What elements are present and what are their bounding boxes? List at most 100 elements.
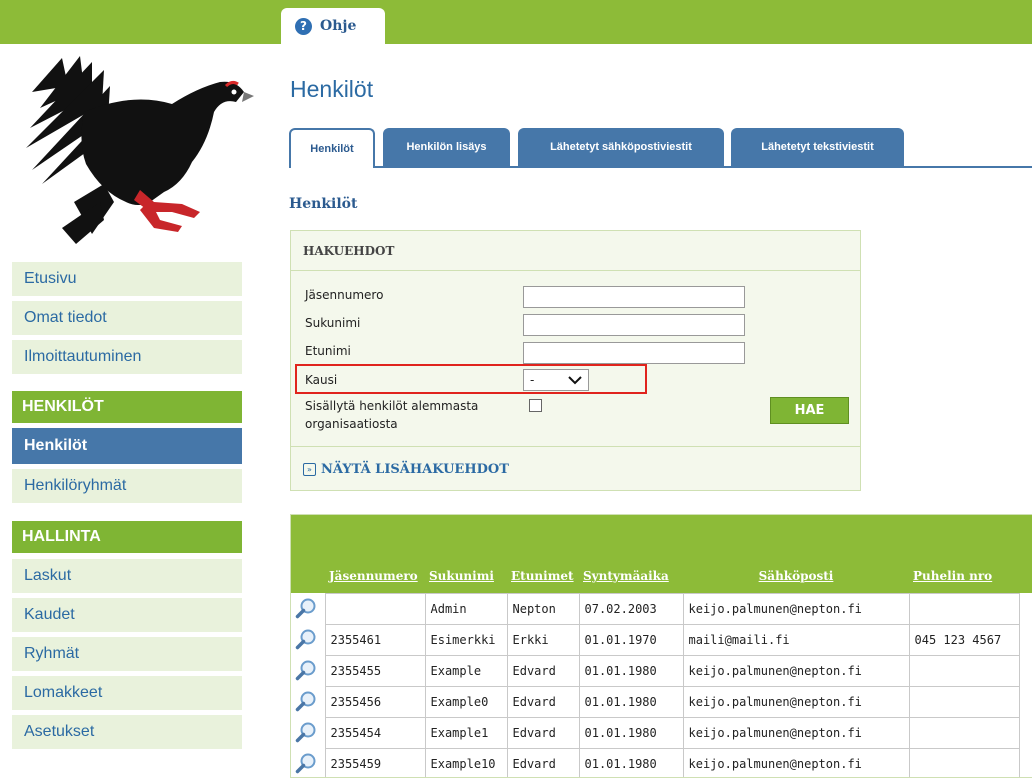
cell-member-number: 2355456	[324, 686, 426, 718]
cell-email: keijo.palmunen@nepton.fi	[682, 748, 910, 777]
cell-member-number: 2355455	[324, 655, 426, 687]
col-header-phone[interactable]: Puhelin nro	[909, 559, 1019, 594]
table-row[interactable]: Admin Nepton 07.02.2003 keijo.palmunen@nept…	[291, 593, 1020, 625]
cell-last-name: Example10	[424, 748, 508, 777]
sidebar-item-henkilot[interactable]: Henkilöt	[12, 428, 242, 464]
view-cell	[291, 749, 325, 778]
cell-birth-date: 01.01.1980	[578, 717, 684, 749]
table-row[interactable]: 2355456 Example0 Edvard 01.01.1980 keijo.pal…	[291, 686, 1020, 718]
cell-phone	[908, 717, 1020, 749]
results-table: Jäsennumero Sukunimi Etunimet Syntymäaik…	[291, 559, 1020, 778]
help-tab[interactable]: ? Ohje	[281, 8, 385, 44]
tab-lahetetyt-sahkopostiviestit[interactable]: Lähetetyt sähköpostiviestit	[518, 128, 724, 166]
show-more-filters-link[interactable]: » NÄYTÄ LISÄHAKUEHDOT	[291, 446, 860, 492]
sidebar-item-henkiloryhmat[interactable]: Henkilöryhmät	[12, 469, 242, 503]
results-panel: Jäsennumero Sukunimi Etunimet Syntymäaik…	[290, 514, 1032, 778]
capercaillie-logo	[26, 56, 254, 244]
help-tab-label: Ohje	[320, 18, 357, 34]
include-sub-org-checkbox[interactable]	[529, 399, 542, 412]
cell-member-number: 2355454	[324, 717, 426, 749]
first-name-input[interactable]	[523, 342, 745, 364]
tab-henkilot[interactable]: Henkilöt	[289, 128, 375, 168]
col-header-birth-date[interactable]: Syntymäaika	[579, 559, 683, 594]
view-cell	[291, 594, 325, 625]
table-row[interactable]: 2355461 Esimerkki Erkki 01.01.1970 maili@mai…	[291, 624, 1020, 656]
chevron-down-icon	[568, 376, 582, 385]
cell-phone	[908, 686, 1020, 718]
show-more-filters-label: NÄYTÄ LISÄHAKUEHDOT	[321, 462, 509, 477]
cell-member-number: 2355459	[324, 748, 426, 777]
include-sub-org-label-line1: Sisällytä henkilöt alemmasta	[305, 399, 479, 413]
results-header-row: Jäsennumero Sukunimi Etunimet Syntymäaik…	[291, 559, 1019, 594]
sidebar-item-ilmoittautuminen[interactable]: Ilmoittautuminen	[12, 340, 242, 374]
magnifier-icon[interactable]	[295, 659, 317, 681]
help-icon: ?	[295, 17, 312, 35]
member-number-input[interactable]	[523, 286, 745, 308]
magnifier-icon[interactable]	[295, 721, 317, 743]
first-name-label: Etunimi	[305, 344, 351, 358]
cell-first-names: Erkki	[506, 624, 580, 656]
table-row[interactable]: 2355459 Example10 Edvard 01.01.1980 keijo.pa…	[291, 748, 1020, 778]
sidebar-item-etusivu[interactable]: Etusivu	[12, 262, 242, 296]
cell-first-names: Edvard	[506, 748, 580, 777]
sidebar-item-kaudet[interactable]: Kaudet	[12, 598, 242, 632]
search-panel: HAKUEHDOT Jäsennumero Sukunimi Etunimi K…	[290, 230, 861, 491]
col-header-last-name[interactable]: Sukunimi	[425, 559, 507, 594]
magnifier-icon[interactable]	[295, 690, 317, 712]
cell-member-number: 2355461	[324, 624, 426, 656]
cell-first-names: Edvard	[506, 655, 580, 687]
cell-last-name: Admin	[424, 593, 508, 625]
tab-lahetetyt-tekstiviestit[interactable]: Lähetetyt tekstiviestit	[731, 128, 904, 166]
last-name-input[interactable]	[523, 314, 745, 336]
sidebar-item-omat-tiedot[interactable]: Omat tiedot	[12, 301, 242, 335]
cell-birth-date: 01.01.1980	[578, 655, 684, 687]
magnifier-icon[interactable]	[295, 752, 317, 774]
cell-first-names: Edvard	[506, 686, 580, 718]
view-cell	[291, 687, 325, 718]
top-bar	[0, 0, 1032, 44]
cell-birth-date: 07.02.2003	[578, 593, 684, 625]
search-button[interactable]: HAE	[770, 397, 849, 424]
section-title: Henkilöt	[289, 196, 358, 212]
season-label: Kausi	[305, 373, 338, 387]
sidebar-item-ryhmat[interactable]: Ryhmät	[12, 637, 242, 671]
season-highlight-box	[295, 364, 647, 394]
view-column-header	[291, 559, 325, 594]
sidebar-item-asetukset[interactable]: Asetukset	[12, 715, 242, 749]
cell-phone	[908, 655, 1020, 687]
season-select[interactable]: -	[523, 369, 589, 391]
col-header-email[interactable]: Sähköposti	[683, 559, 909, 594]
page-title: Henkilöt	[290, 76, 374, 102]
tab-henkilon-lisays[interactable]: Henkilön lisäys	[383, 128, 510, 166]
cell-phone	[908, 748, 1020, 777]
cell-first-names: Edvard	[506, 717, 580, 749]
cell-last-name: Example	[424, 655, 508, 687]
table-row[interactable]: 2355455 Example Edvard 01.01.1980 keijo.palm…	[291, 655, 1020, 687]
cell-phone	[908, 593, 1020, 625]
cell-email: keijo.palmunen@nepton.fi	[682, 655, 910, 687]
search-panel-header: HAKUEHDOT	[291, 231, 860, 271]
col-header-first-names[interactable]: Etunimet	[507, 559, 579, 594]
cell-phone: 045 123 4567	[908, 624, 1020, 656]
cell-email: maili@maili.fi	[682, 624, 910, 656]
cell-member-number	[324, 593, 426, 625]
magnifier-icon[interactable]	[295, 628, 317, 650]
cell-first-names: Nepton	[506, 593, 580, 625]
col-header-member-number[interactable]: Jäsennumero	[325, 559, 425, 594]
magnifier-icon[interactable]	[295, 597, 317, 619]
member-number-label: Jäsennumero	[305, 288, 384, 302]
cell-birth-date: 01.01.1970	[578, 624, 684, 656]
view-cell	[291, 625, 325, 656]
sidebar-item-lomakkeet[interactable]: Lomakkeet	[12, 676, 242, 710]
tab-bar-line	[289, 166, 1032, 168]
cell-birth-date: 01.01.1980	[578, 748, 684, 777]
cell-email: keijo.palmunen@nepton.fi	[682, 593, 910, 625]
results-top-bar	[291, 515, 1032, 523]
sidebar-item-laskut[interactable]: Laskut	[12, 559, 242, 593]
view-cell	[291, 656, 325, 687]
view-cell	[291, 718, 325, 749]
table-row[interactable]: 2355454 Example1 Edvard 01.01.1980 keijo.pal…	[291, 717, 1020, 749]
sidebar-section-hallinta: HALLINTA	[12, 521, 242, 553]
cell-email: keijo.palmunen@nepton.fi	[682, 686, 910, 718]
include-sub-org-label-line2: organisaatiosta	[305, 417, 398, 431]
